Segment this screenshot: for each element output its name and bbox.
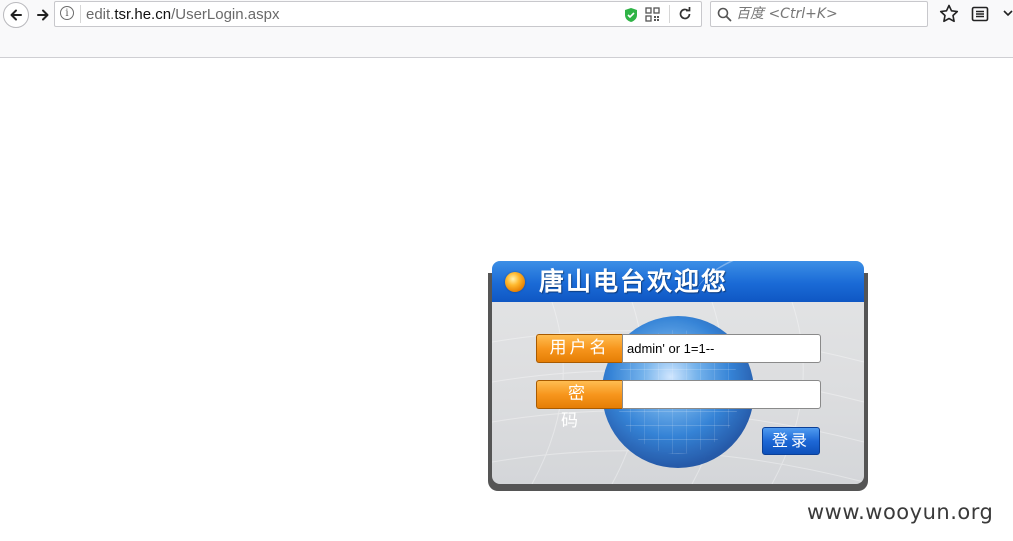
panel-title: 唐山电台欢迎您 bbox=[539, 267, 729, 296]
browser-toolbar: i edit.tsr.he.cn/UserLogin.aspx bbox=[0, 0, 1013, 58]
url-domain: tsr.he.cn bbox=[114, 6, 172, 23]
password-row: 密码 bbox=[536, 380, 821, 431]
forward-arrow-icon bbox=[37, 9, 49, 21]
watermark: www.wooyun.org bbox=[807, 500, 994, 524]
url-text[interactable]: edit.tsr.he.cn/UserLogin.aspx bbox=[86, 5, 279, 25]
password-label: 密码 bbox=[536, 380, 622, 431]
star-icon[interactable] bbox=[939, 4, 959, 23]
chevron-down-icon[interactable] bbox=[1003, 9, 1013, 17]
orb-icon bbox=[505, 272, 525, 292]
url-path: /UserLogin.aspx bbox=[171, 6, 280, 23]
address-bar[interactable]: i edit.tsr.he.cn/UserLogin.aspx bbox=[54, 1, 702, 27]
search-bar[interactable] bbox=[710, 1, 928, 27]
info-icon[interactable]: i bbox=[60, 6, 74, 20]
search-input[interactable] bbox=[736, 4, 921, 24]
panel-header: 唐山电台欢迎您 bbox=[492, 261, 864, 302]
forward-button[interactable] bbox=[30, 2, 56, 28]
username-label: 用户名 bbox=[536, 334, 622, 363]
url-prefix: edit. bbox=[86, 6, 115, 23]
login-panel: 唐山电台欢迎您 用户名 密码 登录 bbox=[488, 261, 868, 491]
username-input[interactable] bbox=[622, 334, 821, 363]
back-button[interactable] bbox=[3, 2, 29, 28]
password-input[interactable] bbox=[622, 380, 821, 409]
search-icon bbox=[717, 7, 732, 22]
reload-icon[interactable] bbox=[677, 6, 693, 22]
url-separator bbox=[80, 5, 81, 23]
username-row: 用户名 bbox=[536, 334, 821, 363]
back-arrow-icon bbox=[10, 9, 22, 21]
url-separator bbox=[669, 5, 670, 23]
shield-icon[interactable] bbox=[624, 7, 638, 23]
qr-code-icon[interactable] bbox=[645, 7, 660, 22]
login-button[interactable]: 登录 bbox=[762, 427, 820, 455]
panel-body: 唐山电台欢迎您 用户名 密码 登录 bbox=[492, 261, 864, 484]
reader-list-icon[interactable] bbox=[971, 6, 989, 22]
